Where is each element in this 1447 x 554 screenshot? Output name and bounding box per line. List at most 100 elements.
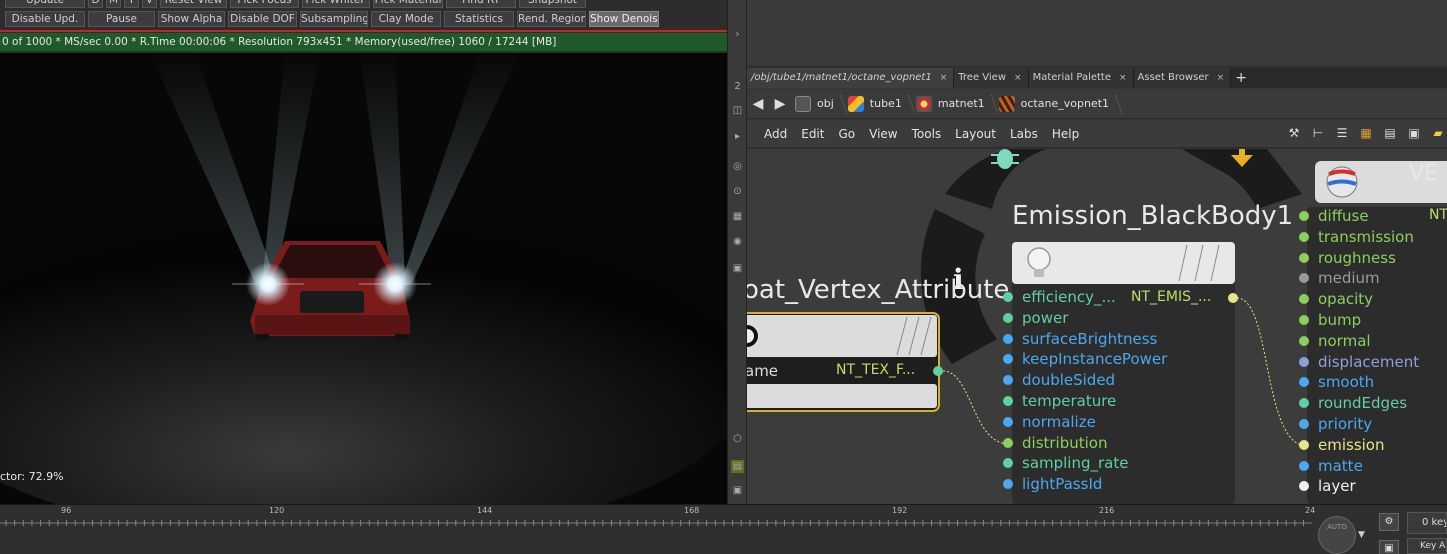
clay-mode-button[interactable]: Clay Mode — [371, 11, 441, 27]
radial-menu-segment-top[interactable] — [945, 149, 1047, 209]
port-connector-dot[interactable] — [1003, 416, 1013, 427]
channel-icon[interactable]: ▣ — [1379, 540, 1399, 554]
strip-icon-6[interactable]: ⊙ — [731, 185, 744, 198]
keyframe-settings-icon[interactable]: ⚙ — [1379, 513, 1399, 531]
disable-update-button[interactable]: Disable Upd. — [5, 11, 85, 27]
input-port[interactable]: normal — [1299, 332, 1371, 350]
port-connector-dot[interactable] — [1003, 396, 1013, 406]
port-connector-dot[interactable] — [1003, 312, 1013, 323]
strip-icon-1[interactable]: › — [731, 28, 744, 41]
strip-icon-12[interactable]: ▣ — [731, 484, 744, 497]
close-icon[interactable]: × — [940, 68, 948, 88]
add-tab-button[interactable]: + — [1231, 68, 1251, 88]
port-connector-dot[interactable] — [1299, 377, 1309, 388]
disable-dof-button[interactable]: Disable DOF — [228, 11, 297, 27]
tab-tree-view[interactable]: Tree View × — [954, 68, 1029, 88]
strip-icon-8[interactable]: ◉ — [731, 235, 744, 248]
port-connector-dot[interactable] — [1003, 292, 1013, 302]
strip-icon-3[interactable]: ◫ — [731, 104, 744, 117]
strip-icon-4[interactable]: ▸ — [731, 130, 744, 143]
port-connector-dot[interactable] — [1299, 335, 1309, 346]
close-icon[interactable]: × — [1217, 68, 1225, 88]
menu-edit[interactable]: Edit — [794, 127, 831, 141]
tab-asset-browser[interactable]: Asset Browser × — [1133, 68, 1232, 88]
details-icon[interactable]: ▤ — [1381, 124, 1399, 142]
input-port[interactable]: matte — [1299, 457, 1363, 475]
pick-material-button[interactable]: Pick Material — [373, 0, 443, 8]
strip-icon-10[interactable]: ○ — [731, 432, 744, 445]
strip-icon-7[interactable]: ▦ — [731, 210, 744, 223]
input-port[interactable]: lightPassId — [1003, 475, 1102, 493]
port-connector-dot[interactable] — [1299, 211, 1309, 221]
menu-view[interactable]: View — [862, 127, 904, 141]
timeline-bar[interactable]: 96 120 144 168 192 216 24 — [0, 504, 1447, 554]
pause-button[interactable]: Pause — [88, 11, 155, 27]
menu-layout[interactable]: Layout — [948, 127, 1003, 141]
port-connector-dot[interactable] — [1003, 479, 1013, 490]
port-connector-dot[interactable] — [1003, 333, 1013, 344]
input-port[interactable]: opacity — [1299, 290, 1373, 308]
subsampling-button[interactable]: Subsampling — [300, 11, 368, 27]
input-port[interactable]: bump — [1299, 311, 1361, 329]
port-connector-dot[interactable] — [1299, 439, 1309, 450]
input-port[interactable]: efficiency_... — [1003, 288, 1116, 306]
toggle-t-button[interactable]: T — [124, 0, 139, 8]
input-port[interactable]: distribution — [1003, 434, 1107, 452]
menu-go[interactable]: Go — [831, 127, 862, 141]
menu-labs[interactable]: Labs — [1003, 127, 1045, 141]
input-port[interactable]: transmission — [1299, 228, 1414, 246]
port-connector-dot[interactable] — [1003, 458, 1013, 469]
show-denoise-button[interactable]: Show Denoise — [589, 11, 659, 27]
strip-icon-9[interactable]: ▣ — [731, 262, 744, 275]
input-port[interactable]: diffuse — [1299, 207, 1369, 225]
input-port[interactable]: priority — [1299, 415, 1372, 433]
snapshot-button[interactable]: Snapshot — [519, 0, 586, 8]
key-all-button[interactable]: Key A — [1407, 538, 1447, 554]
port-connector-dot[interactable] — [1299, 481, 1309, 492]
menu-help[interactable]: Help — [1045, 127, 1086, 141]
input-port[interactable]: temperature — [1003, 392, 1116, 410]
strip-icon-5[interactable]: ◎ — [731, 160, 744, 173]
input-port[interactable]: smooth — [1299, 373, 1374, 391]
breadcrumb-matnet1[interactable]: matnet1 — [912, 92, 995, 116]
input-port[interactable]: layer — [1299, 477, 1356, 495]
port-connector-dot[interactable] — [1003, 437, 1013, 448]
port-connector-dot[interactable] — [1003, 375, 1013, 386]
input-port[interactable]: roundEdges — [1299, 394, 1407, 412]
input-port[interactable]: displacement — [1299, 353, 1419, 371]
input-port[interactable]: sampling_rate — [1003, 454, 1128, 472]
tab-material-palette[interactable]: Material Palette × — [1028, 68, 1134, 88]
toggle-m-button[interactable]: M — [106, 0, 121, 8]
port-connector-dot[interactable] — [1299, 252, 1309, 263]
breadcrumb-octane-vopnet1[interactable]: octane_vopnet1 — [995, 92, 1119, 116]
port-connector-dot[interactable] — [1003, 354, 1013, 365]
render-region-button[interactable]: Rend. Region — [517, 11, 586, 27]
key-count-field[interactable]: 0 key — [1407, 512, 1447, 534]
port-connector-dot[interactable] — [1299, 315, 1309, 325]
input-port[interactable]: doubleSided — [1003, 371, 1115, 389]
strip-icon-11[interactable]: ▤ — [731, 460, 744, 473]
menu-tools[interactable]: Tools — [905, 127, 949, 141]
forward-arrow-icon[interactable]: ▶ — [769, 96, 791, 112]
find-rt-button[interactable]: Find RT — [446, 0, 516, 8]
breadcrumb-tube1[interactable]: tube1 — [844, 92, 912, 116]
port-connector-dot[interactable] — [1299, 398, 1309, 409]
port-connector-dot[interactable] — [1299, 460, 1309, 471]
grid-icon[interactable]: ▦ — [1357, 124, 1375, 142]
update-button[interactable]: Update — [5, 0, 85, 8]
sticky-note-icon[interactable]: ▰ — [1429, 124, 1447, 142]
menu-add[interactable]: Add — [757, 127, 794, 141]
back-arrow-icon[interactable]: ◀ — [747, 96, 769, 112]
pick-focus-button[interactable]: Pick Focus — [230, 0, 299, 8]
port-connector-dot[interactable] — [1299, 419, 1309, 429]
breadcrumb-obj[interactable]: obj — [791, 92, 844, 116]
display-icon[interactable]: ▣ — [1405, 124, 1423, 142]
strip-icon-2[interactable]: 2 — [731, 80, 744, 93]
wrench-icon[interactable]: ⚒ — [1285, 124, 1303, 142]
pick-whitepoint-button[interactable]: Pick WhiteP — [302, 0, 370, 8]
port-connector-dot[interactable] — [1299, 294, 1309, 305]
list-icon[interactable]: ☰ — [1333, 124, 1351, 142]
input-port[interactable]: surfaceBrightness — [1003, 330, 1157, 348]
input-port[interactable]: emission — [1299, 436, 1385, 454]
port-connector-dot[interactable] — [1299, 231, 1309, 242]
